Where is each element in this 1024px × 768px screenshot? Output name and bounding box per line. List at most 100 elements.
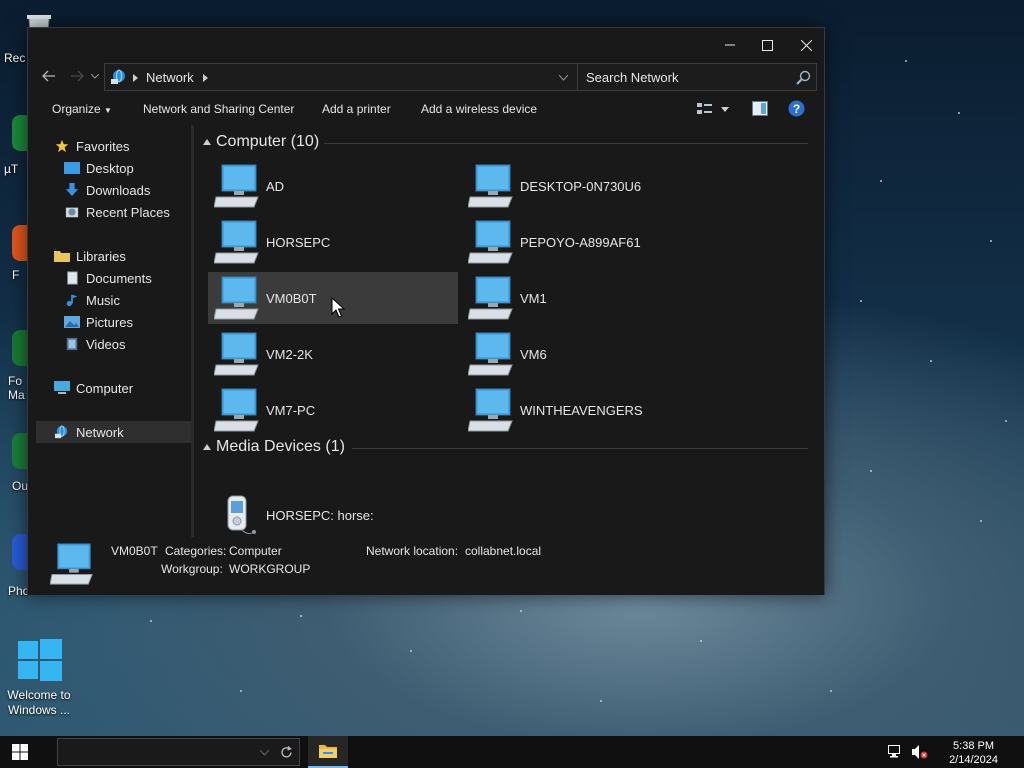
taskbar-file-explorer-button[interactable] xyxy=(308,736,348,768)
svg-text:?: ? xyxy=(793,102,800,116)
network-icon xyxy=(55,425,68,439)
nav-desktop[interactable]: Desktop xyxy=(36,157,192,179)
computer-tile[interactable]: HORSEPC xyxy=(208,216,458,268)
computer-tile-label: HORSEPC xyxy=(266,234,331,250)
title-bar[interactable] xyxy=(28,28,824,60)
pictures-icon xyxy=(64,316,80,328)
breadcrumb-chevron-icon[interactable] xyxy=(203,74,208,82)
group-title: Media Devices (1) xyxy=(216,438,345,455)
music-icon xyxy=(66,294,78,307)
media-device-tile[interactable]: HORSEPC: horse: xyxy=(208,489,458,541)
computer-tile[interactable]: DESKTOP-0N730U6 xyxy=(462,160,712,212)
refresh-icon[interactable] xyxy=(280,746,293,759)
computer-tile-label: PEPOYO-A899AF61 xyxy=(520,234,641,250)
forward-button[interactable] xyxy=(66,65,88,87)
nav-network-label: Network xyxy=(76,424,124,440)
command-bar: Organize ▼ Network and Sharing Center Ad… xyxy=(28,94,824,124)
nav-downloads-label: Downloads xyxy=(86,182,151,198)
chevron-down-icon xyxy=(91,73,99,79)
address-dropdown-icon[interactable] xyxy=(559,75,568,81)
help-icon[interactable]: ? xyxy=(788,100,805,117)
computer-tile[interactable]: PEPOYO-A899AF61 xyxy=(462,216,712,268)
collapse-arrow-icon[interactable] xyxy=(203,139,211,145)
search-icon[interactable] xyxy=(796,70,811,85)
media-device-label: HORSEPC: horse: xyxy=(266,507,374,523)
clock-date: 2/14/2024 xyxy=(949,754,998,766)
system-clock[interactable]: 5:38 PM 2/14/2024 xyxy=(949,739,998,767)
computer-tile[interactable]: AD xyxy=(208,160,458,212)
address-row: Network Search Network xyxy=(28,62,824,92)
clock-time: 5:38 PM xyxy=(953,740,995,752)
computer-tile-label: WINTHEAVENGERS xyxy=(520,402,643,418)
nav-recent-places-label: Recent Places xyxy=(86,204,170,220)
computer-icon xyxy=(214,164,259,208)
details-categories-value: Computer xyxy=(229,544,282,558)
nav-music-label: Music xyxy=(86,292,120,308)
breadcrumb-chevron-icon xyxy=(133,74,138,82)
computer-icon xyxy=(214,220,259,264)
close-button[interactable] xyxy=(786,32,826,58)
computer-icon xyxy=(468,164,513,208)
volume-muted-icon[interactable] xyxy=(912,745,928,759)
computer-tile[interactable]: VM1 xyxy=(462,272,712,324)
computer-tile-label: VM0B0T xyxy=(266,290,317,306)
nav-libraries[interactable]: Libraries xyxy=(36,245,192,267)
libraries-icon xyxy=(54,251,70,262)
nav-documents-label: Documents xyxy=(86,270,152,286)
nav-favorites[interactable]: Favorites xyxy=(36,135,192,157)
view-dropdown-icon[interactable] xyxy=(721,107,729,112)
add-wireless-device-button[interactable]: Add a wireless device xyxy=(421,102,537,116)
preview-pane-icon[interactable] xyxy=(752,101,768,116)
minimize-button[interactable] xyxy=(710,32,750,58)
search-input[interactable]: Search Network xyxy=(577,63,817,91)
nav-documents[interactable]: Documents xyxy=(36,267,192,289)
computer-icon xyxy=(468,220,513,264)
nav-music[interactable]: Music xyxy=(36,289,192,311)
nav-pictures-label: Pictures xyxy=(86,314,133,330)
back-button[interactable] xyxy=(38,65,60,87)
breadcrumb-network[interactable]: Network xyxy=(146,70,194,85)
taskbar: 5:38 PM 2/14/2024 xyxy=(0,736,1024,768)
network-status-icon[interactable] xyxy=(888,745,904,759)
computer-icon xyxy=(50,543,93,585)
computer-tile[interactable]: VM6 xyxy=(462,328,712,380)
taskbar-search-input[interactable] xyxy=(57,738,300,766)
computer-tile[interactable]: WINTHEAVENGERS xyxy=(462,384,712,436)
maximize-button[interactable] xyxy=(747,32,787,58)
desktop-icon xyxy=(64,162,80,174)
nav-computer-label: Computer xyxy=(76,380,134,396)
chevron-down-icon[interactable] xyxy=(260,750,269,756)
nav-downloads[interactable]: Downloads xyxy=(36,179,192,201)
group-header-computer[interactable]: Computer (10) xyxy=(200,131,812,155)
collapse-arrow-icon[interactable] xyxy=(203,444,211,450)
group-header-media-devices[interactable]: Media Devices (1) xyxy=(200,436,812,460)
network-sharing-center-button[interactable]: Network and Sharing Center xyxy=(143,102,294,116)
add-printer-button[interactable]: Add a printer xyxy=(322,102,391,116)
group-divider xyxy=(352,448,808,449)
network-icon xyxy=(111,69,125,84)
recent-locations-button[interactable] xyxy=(88,65,102,87)
videos-icon xyxy=(66,337,78,351)
file-explorer-icon xyxy=(319,745,337,758)
view-options-icon[interactable] xyxy=(697,102,713,116)
star-icon xyxy=(55,139,69,153)
address-bar[interactable]: Network xyxy=(104,63,598,91)
nav-network[interactable]: Network xyxy=(36,421,192,443)
details-pane: VM0B0T Categories: Computer Workgroup: W… xyxy=(28,537,824,595)
downloads-icon xyxy=(65,183,79,197)
pane-splitter[interactable] xyxy=(191,125,194,537)
organize-menu[interactable]: Organize ▼ xyxy=(52,102,112,116)
navigation-pane: Favorites Desktop Downloads Recent Place… xyxy=(36,125,192,537)
nav-videos[interactable]: Videos xyxy=(36,333,192,355)
computer-tile[interactable]: VM2-2K xyxy=(208,328,458,380)
computer-tile[interactable]: VM7-PC xyxy=(208,384,458,436)
start-button-icon[interactable] xyxy=(12,744,28,760)
computer-tile-label: VM1 xyxy=(520,290,547,306)
nav-pictures[interactable]: Pictures xyxy=(36,311,192,333)
nav-recent-places[interactable]: Recent Places xyxy=(36,201,192,223)
dropdown-arrow-icon: ▼ xyxy=(104,106,112,115)
windows-logo-icon xyxy=(18,639,62,681)
nav-desktop-label: Desktop xyxy=(86,160,134,176)
nav-computer[interactable]: Computer xyxy=(36,377,192,399)
welcome-to-windows-shortcut[interactable]: Welcome to Windows ... xyxy=(2,635,76,718)
